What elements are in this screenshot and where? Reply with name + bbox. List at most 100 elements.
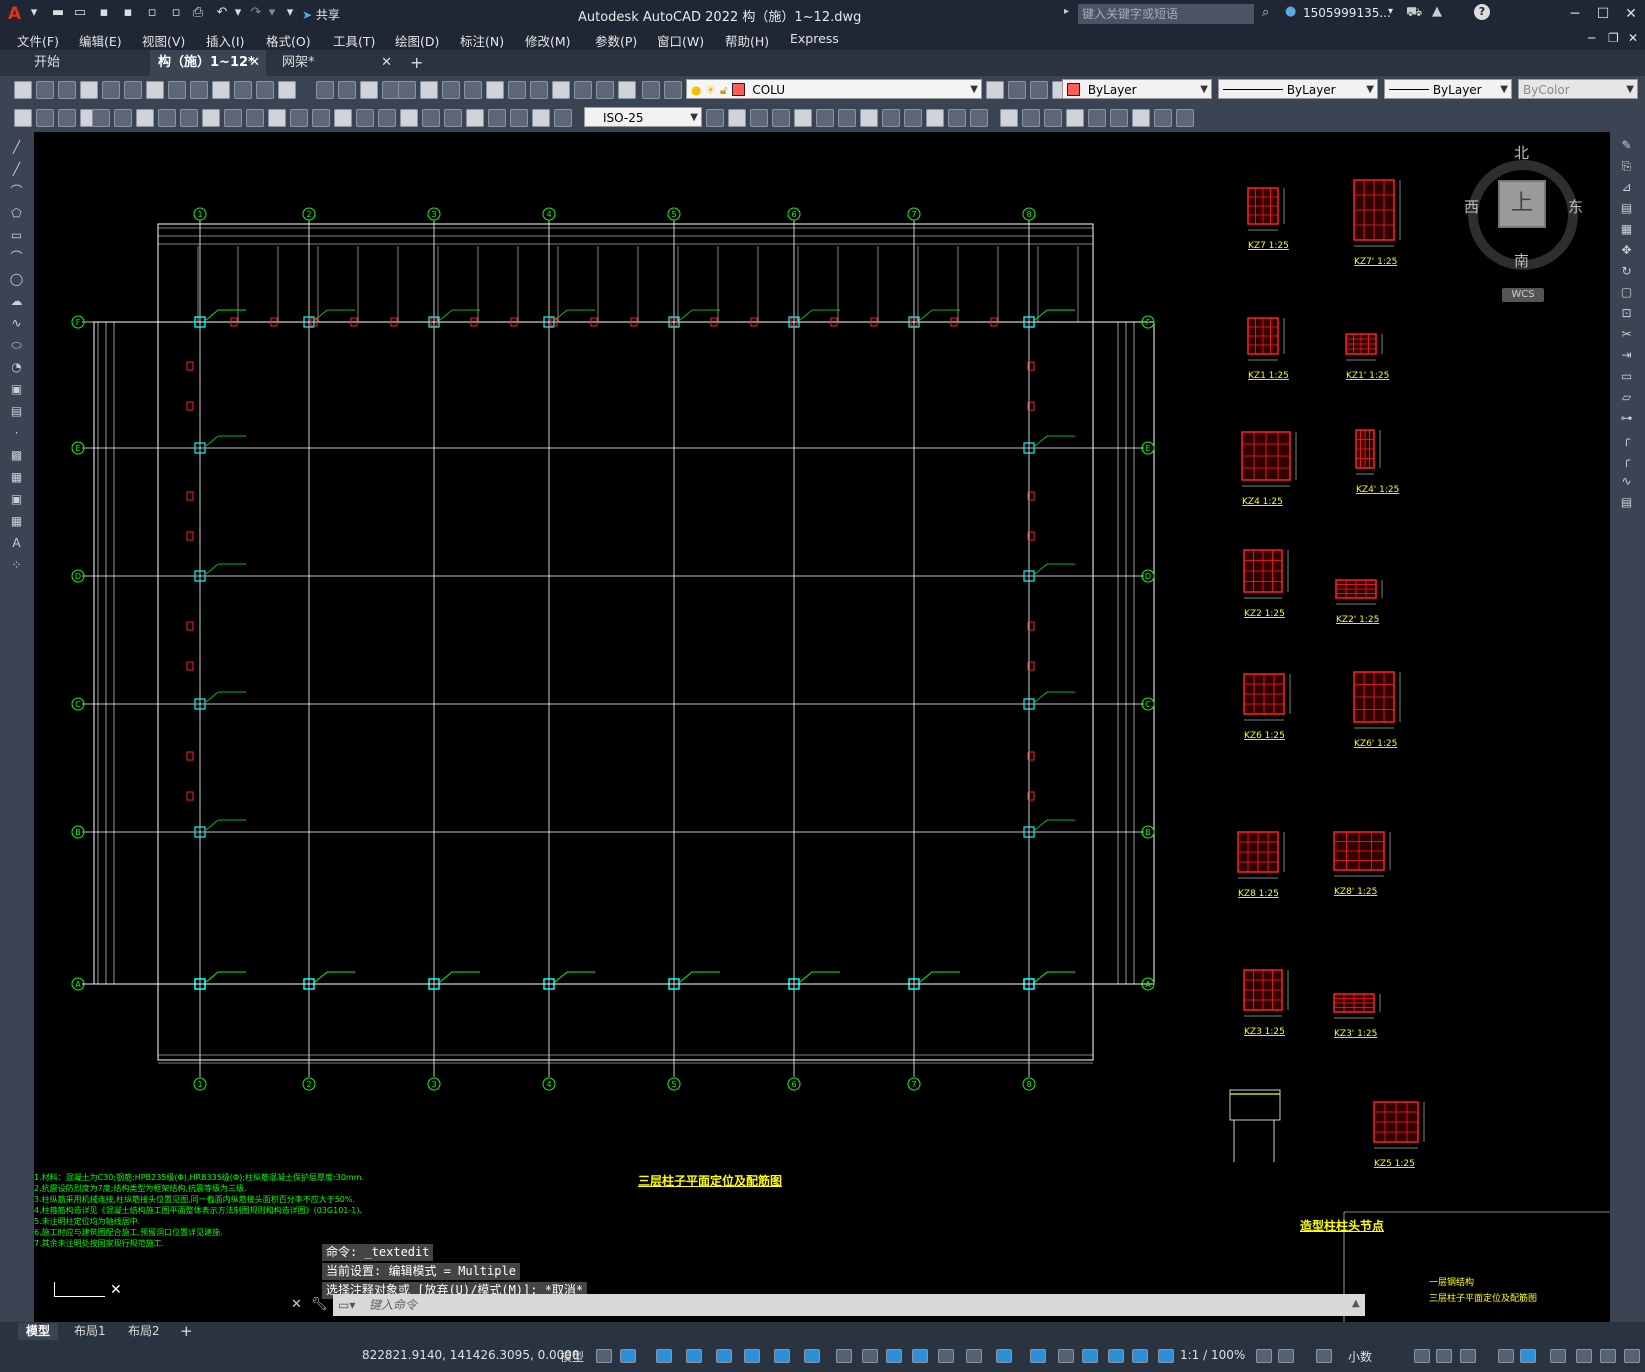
cart-icon[interactable]: ⛟ — [1406, 5, 1422, 22]
modify-tool-icon-10[interactable]: ✂ — [1618, 327, 1635, 342]
dimension-tool-icon-27[interactable] — [706, 109, 724, 127]
menu-dimension[interactable]: 标注(N) — [460, 31, 504, 50]
status-toggle-icon-11[interactable] — [886, 1349, 902, 1363]
lineweight-dropdown[interactable]: ByLayer ▼ — [1384, 79, 1512, 99]
dimension-tool-icon-37[interactable] — [926, 109, 944, 127]
dimstyle-dropdown[interactable]: ISO-25 ▼ — [584, 107, 702, 127]
status-toggle-icon-19[interactable] — [1108, 1349, 1124, 1363]
modify-tool-icon-2[interactable]: ⎘ — [1618, 159, 1635, 174]
standard-tool-icon-16[interactable] — [360, 81, 378, 99]
dimension-tool-icon-33[interactable] — [838, 109, 856, 127]
draw-tool-icon-2[interactable]: ╱ — [8, 162, 25, 177]
redo-icon[interactable]: ↷ — [248, 5, 264, 21]
status-toggle-icon-29[interactable] — [1520, 1349, 1536, 1363]
menu-parametric[interactable]: 参数(P) — [595, 31, 637, 50]
modify-tool-icon-16[interactable]: ╭ — [1618, 453, 1635, 468]
standard-tool-icon-33[interactable] — [1030, 81, 1048, 99]
dimension-tool-icon-13[interactable] — [268, 109, 286, 127]
dimension-tool-icon-21[interactable] — [444, 109, 462, 127]
dimension-tool-icon-39[interactable] — [970, 109, 988, 127]
standard-tool-icon-19[interactable] — [420, 81, 438, 99]
command-input[interactable]: 键入命令 — [333, 1294, 1365, 1316]
doc-close-button[interactable]: ✕ — [1628, 31, 1638, 45]
dimension-tool-icon-48[interactable] — [1176, 109, 1194, 127]
doc-minimize-button[interactable]: ─ — [1588, 31, 1595, 45]
viewcube-north[interactable]: 北 — [1514, 142, 1529, 163]
draw-tool-icon-9[interactable]: ∿ — [8, 316, 25, 331]
menu-file[interactable]: 文件(F) — [17, 31, 59, 50]
dimension-tool-icon-46[interactable] — [1132, 109, 1150, 127]
modify-tool-icon-7[interactable]: ↻ — [1618, 264, 1635, 279]
standard-tool-icon-15[interactable] — [338, 81, 356, 99]
status-toggle-icon-15[interactable] — [996, 1349, 1012, 1363]
dimension-tool-icon-14[interactable] — [290, 109, 308, 127]
modify-tool-icon-6[interactable]: ✥ — [1618, 243, 1635, 258]
viewcube[interactable]: 北 南 东 西 上 WCS — [1464, 144, 1588, 302]
save-web-icon[interactable]: ▫ — [168, 5, 184, 21]
modify-tool-icon-8[interactable]: ▢ — [1618, 285, 1635, 300]
standard-tool-icon-20[interactable] — [442, 81, 460, 99]
status-toggle-icon-17[interactable] — [1058, 1349, 1074, 1363]
standard-tool-icon-26[interactable] — [574, 81, 592, 99]
standard-tool-icon-11[interactable] — [234, 81, 252, 99]
standard-tool-icon-4[interactable] — [80, 81, 98, 99]
new-tab-icon[interactable]: + — [402, 50, 428, 76]
status-toggle-icon-6[interactable] — [744, 1349, 760, 1363]
standard-tool-icon-6[interactable] — [124, 81, 142, 99]
dimension-tool-icon-8[interactable] — [158, 109, 176, 127]
undo-dropdown-icon[interactable]: ▾ — [230, 5, 246, 21]
modify-tool-icon-4[interactable]: ▤ — [1618, 201, 1635, 216]
standard-tool-icon-24[interactable] — [530, 81, 548, 99]
viewcube-south[interactable]: 南 — [1514, 250, 1529, 271]
dimension-tool-icon-26[interactable] — [554, 109, 572, 127]
tab-model[interactable]: 模型 — [18, 1323, 59, 1340]
coordinates-readout[interactable]: 822821.9140, 141426.3095, 0.0000 — [362, 1348, 580, 1362]
layer-dropdown[interactable]: ● ☀ 🔓︎ COLU ▼ — [686, 79, 982, 99]
command-history-toggle-icon[interactable]: ▲ — [1352, 1298, 1360, 1309]
wcs-menu[interactable]: WCS — [1502, 288, 1544, 302]
standard-tool-icon-29[interactable] — [642, 81, 660, 99]
modify-tool-icon-9[interactable]: ⊡ — [1618, 306, 1635, 321]
status-toggle-icon-22[interactable] — [1256, 1349, 1272, 1363]
status-toggle-icon-9[interactable] — [836, 1349, 852, 1363]
tab-layout2[interactable]: 布局2 — [120, 1323, 168, 1340]
standard-tool-icon-23[interactable] — [508, 81, 526, 99]
modify-tool-icon-12[interactable]: ▭ — [1618, 369, 1635, 384]
menu-format[interactable]: 格式(O) — [266, 31, 311, 50]
menu-draw[interactable]: 绘图(D) — [395, 31, 439, 50]
dimension-tool-icon-15[interactable] — [312, 109, 330, 127]
draw-tool-icon-1[interactable]: ╱ — [8, 140, 25, 155]
draw-tool-icon-13[interactable]: ▤ — [8, 404, 25, 419]
standard-tool-icon-22[interactable] — [486, 81, 504, 99]
standard-tool-icon-32[interactable] — [1008, 81, 1026, 99]
maximize-button[interactable]: ☐ — [1590, 3, 1616, 25]
dimension-tool-icon-24[interactable] — [510, 109, 528, 127]
dimension-tool-icon-11[interactable] — [224, 109, 242, 127]
dimension-tool-icon-19[interactable] — [400, 109, 418, 127]
draw-tool-icon-4[interactable]: ⬠ — [8, 206, 25, 221]
dimension-tool-icon-1[interactable] — [14, 109, 32, 127]
standard-tool-icon-18[interactable] — [398, 81, 416, 99]
dimension-tool-icon-5[interactable] — [92, 109, 110, 127]
status-toggle-icon-7[interactable] — [774, 1349, 790, 1363]
modify-tool-icon-14[interactable]: ⊶ — [1618, 411, 1635, 426]
modify-tool-icon-5[interactable]: ▦ — [1618, 222, 1635, 237]
close-button[interactable]: ✕ — [1618, 3, 1644, 25]
status-toggle-icon-30[interactable] — [1550, 1349, 1566, 1363]
draw-tool-icon-8[interactable]: ☁ — [8, 294, 25, 309]
status-toggle-icon-28[interactable] — [1498, 1349, 1514, 1363]
standard-tool-icon-8[interactable] — [168, 81, 186, 99]
user-name[interactable]: 1505999135... — [1303, 6, 1391, 20]
draw-tool-icon-7[interactable]: ◯ — [8, 272, 25, 287]
share-button[interactable]: ➤ 共享 — [302, 6, 340, 23]
status-toggle-icon-4[interactable] — [686, 1349, 702, 1363]
draw-tool-icon-5[interactable]: ▭ — [8, 228, 25, 243]
modify-tool-icon-18[interactable]: ▤ — [1618, 495, 1635, 510]
standard-tool-icon-3[interactable] — [58, 81, 76, 99]
status-toggle-icon-5[interactable] — [716, 1349, 732, 1363]
draw-tool-icon-18[interactable]: ▦ — [8, 514, 25, 529]
undo-icon[interactable]: ↶ — [214, 5, 230, 21]
dimension-tool-icon-30[interactable] — [772, 109, 790, 127]
command-prompt-icon[interactable]: ▭▾ — [338, 1298, 355, 1312]
menu-help[interactable]: 帮助(H) — [725, 31, 769, 50]
